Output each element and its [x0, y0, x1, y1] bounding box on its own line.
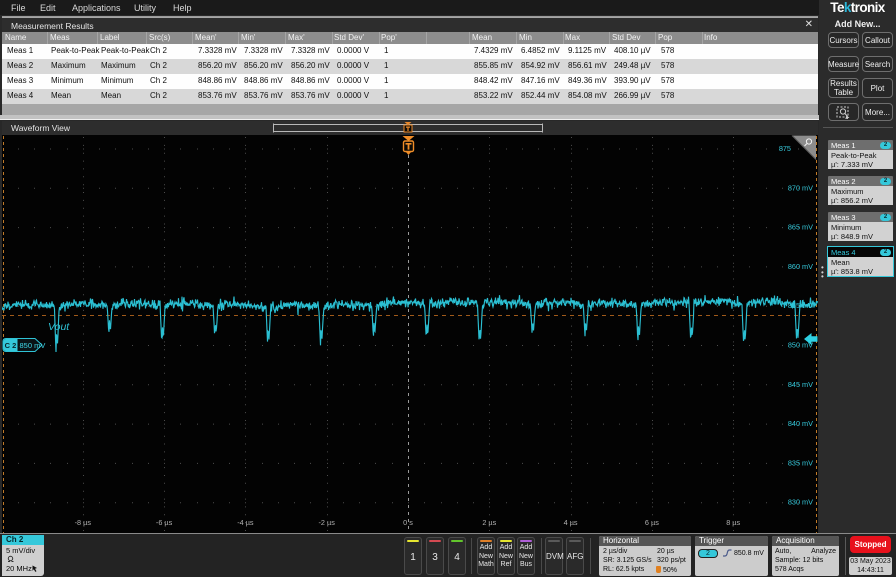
svg-text:855 mV: 855 mV	[788, 301, 813, 310]
svg-text:865 mV: 865 mV	[788, 223, 813, 232]
svg-text:Vout: Vout	[48, 321, 70, 333]
svg-text:840 mV: 840 mV	[788, 419, 813, 428]
svg-text:850 mV: 850 mV	[20, 341, 46, 350]
svg-text:835 mV: 835 mV	[788, 458, 813, 467]
svg-text:870 mV: 870 mV	[788, 183, 813, 192]
svg-text:2 µs: 2 µs	[482, 518, 496, 527]
svg-text:-6 µs: -6 µs	[156, 518, 173, 527]
svg-text:845 mV: 845 mV	[788, 380, 813, 389]
svg-text:4 µs: 4 µs	[564, 518, 578, 527]
svg-text:-2 µs: -2 µs	[319, 518, 336, 527]
svg-text:6 µs: 6 µs	[645, 518, 659, 527]
svg-text:C 2: C 2	[5, 341, 17, 350]
svg-text:0 s: 0 s	[403, 518, 413, 527]
svg-text:8 µs: 8 µs	[726, 518, 740, 527]
svg-text:-4 µs: -4 µs	[237, 518, 254, 527]
svg-text:830 mV: 830 mV	[788, 498, 813, 507]
svg-text:-8 µs: -8 µs	[75, 518, 92, 527]
svg-text:860 mV: 860 mV	[788, 262, 813, 271]
svg-text:875: 875	[779, 144, 791, 153]
